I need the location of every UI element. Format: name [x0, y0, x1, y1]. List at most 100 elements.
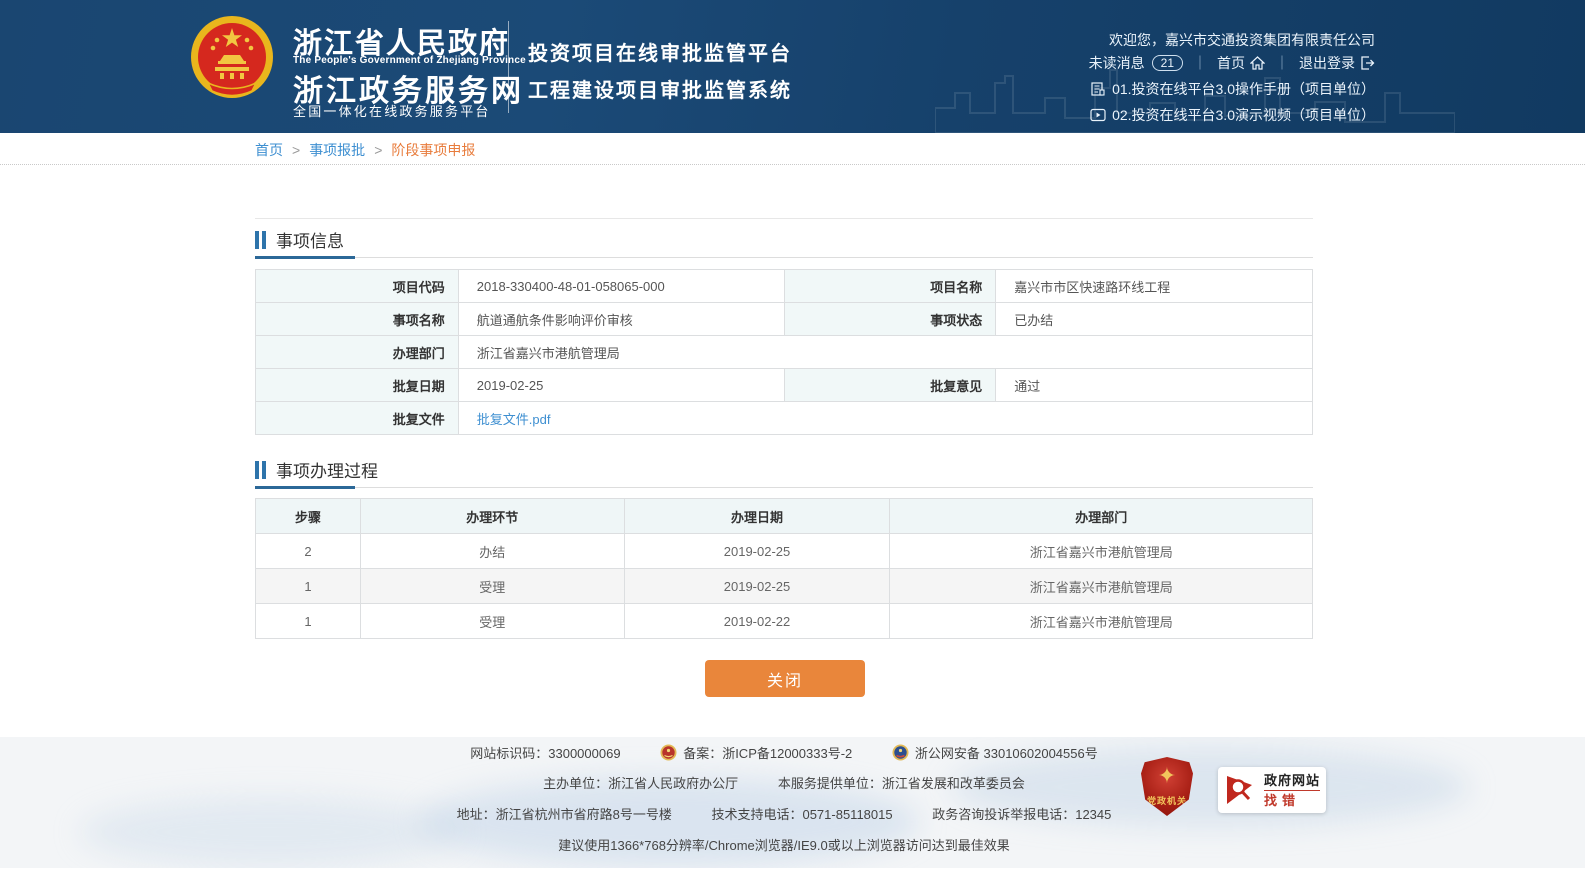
col-step: 步骤	[256, 499, 361, 534]
breadcrumb-separator: >	[374, 142, 382, 158]
col-dept: 办理部门	[890, 499, 1313, 534]
table-row: 项目代码 2018-330400-48-01-058065-000 项目名称 嘉…	[256, 270, 1313, 303]
section-title-text: 事项信息	[276, 227, 344, 252]
page: 浙江省人民政府 The People's Government of Zheji…	[0, 0, 1585, 888]
police-record-link[interactable]: 浙公网安备 33010602004556号	[892, 743, 1098, 762]
breadcrumb-current: 阶段事项申报	[391, 140, 475, 160]
cell-date: 2019-02-25	[624, 534, 890, 569]
approve-opinion-value: 通过	[996, 369, 1313, 402]
table-row: 2 办结 2019-02-25 浙江省嘉兴市港航管理局	[256, 534, 1313, 569]
find-error-title: 政府网站	[1264, 774, 1320, 791]
cell-dept: 浙江省嘉兴市港航管理局	[890, 569, 1313, 604]
item-status-value: 已办结	[996, 303, 1313, 336]
home-link[interactable]: 首页	[1217, 53, 1265, 73]
project-name-label: 项目名称	[784, 270, 996, 303]
breadcrumb-separator: >	[292, 142, 300, 158]
info-section-title: 事项信息	[255, 227, 344, 252]
welcome-text: 欢迎您，嘉兴市交通投资集团有限责任公司	[1109, 30, 1375, 50]
table-row: 办理部门 浙江省嘉兴市港航管理局	[256, 336, 1313, 369]
close-button[interactable]: 关闭	[705, 660, 865, 697]
process-table: 步骤 办理环节 办理日期 办理部门 2 办结 2019-02-25 浙江省嘉兴市…	[255, 498, 1313, 639]
address: 地址：浙江省杭州市省府路8号一号楼	[457, 804, 672, 823]
project-name-value: 嘉兴市市区快速路环线工程	[996, 270, 1313, 303]
col-stage: 办理环节	[360, 499, 624, 534]
platform-title-line1: 投资项目在线审批监管平台	[528, 37, 792, 66]
table-header-row: 步骤 办理环节 办理日期 办理部门	[256, 499, 1313, 534]
item-name-label: 事项名称	[256, 303, 459, 336]
cell-date: 2019-02-22	[624, 604, 890, 639]
gov-site-find-error-badge[interactable]: 政府网站 找错	[1218, 767, 1326, 813]
breadcrumb: 首页 > 事项报批 > 阶段事项申报	[255, 140, 475, 160]
footer-line-registration: 网站标识码：3300000069 备案：浙ICP备12000333号-2 浙公	[255, 743, 1313, 762]
find-error-sub: 找错	[1264, 794, 1320, 807]
approve-file-cell: 批复文件.pdf	[458, 402, 1312, 435]
cell-step: 2	[256, 534, 361, 569]
cell-stage: 受理	[360, 569, 624, 604]
section-title-text: 事项办理过程	[276, 457, 378, 482]
approval-file-link[interactable]: 批复文件.pdf	[477, 412, 551, 427]
manual-label: 01.投资在线平台3.0操作手册（项目单位）	[1112, 79, 1375, 99]
footer-line-contact: 地址：浙江省杭州市省府路8号一号楼 技术支持电话：0571-85118015 政…	[255, 804, 1313, 823]
project-code-label: 项目代码	[256, 270, 459, 303]
organizer: 主办单位：浙江省人民政府办公厅	[543, 773, 738, 792]
breadcrumb-home[interactable]: 首页	[255, 140, 283, 160]
separator: ｜	[1193, 53, 1207, 73]
service-provider: 本服务提供单位：浙江省发展和改革委员会	[778, 773, 1025, 792]
video-link[interactable]: 02.投资在线平台3.0演示视频（项目单位）	[1090, 105, 1375, 125]
logout-label: 退出登录	[1299, 53, 1355, 73]
gov-subtitle: The People's Government of Zhejiang Prov…	[293, 55, 526, 66]
video-label: 02.投资在线平台3.0演示视频（项目单位）	[1112, 105, 1375, 125]
unread-count-badge: 21	[1152, 55, 1183, 71]
logout-link[interactable]: 退出登录	[1299, 53, 1375, 73]
approve-date-label: 批复日期	[256, 369, 459, 402]
process-section-underline	[255, 487, 1313, 488]
magnifier-flag-icon	[1224, 773, 1258, 807]
item-status-label: 事项状态	[784, 303, 996, 336]
breadcrumb-item-report[interactable]: 事项报批	[309, 140, 365, 160]
home-label: 首页	[1217, 53, 1245, 73]
cell-dept: 浙江省嘉兴市港航管理局	[890, 534, 1313, 569]
separator: ｜	[1275, 53, 1289, 73]
section-marker-icon	[255, 231, 266, 249]
footer: 网站标识码：3300000069 备案：浙ICP备12000333号-2 浙公	[0, 737, 1585, 868]
col-date: 办理日期	[624, 499, 890, 534]
police-emblem-icon	[892, 744, 909, 761]
dept-label: 办理部门	[256, 336, 459, 369]
section-marker-icon	[255, 461, 266, 479]
party-badge-emblem-icon: ✦	[1158, 764, 1176, 788]
cell-stage: 办结	[360, 534, 624, 569]
dept-value: 浙江省嘉兴市港航管理局	[458, 336, 1312, 369]
record-emblem-icon	[660, 744, 677, 761]
approve-date-value: 2019-02-25	[458, 369, 784, 402]
national-emblem-logo	[190, 15, 274, 99]
browser-suggestion: 建议使用1366*768分辨率/Chrome浏览器/IE9.0或以上浏览器访问达…	[558, 838, 1009, 853]
cell-dept: 浙江省嘉兴市港航管理局	[890, 604, 1313, 639]
footer-line-suggestion: 建议使用1366*768分辨率/Chrome浏览器/IE9.0或以上浏览器访问达…	[255, 835, 1313, 854]
manual-link[interactable]: 01.投资在线平台3.0操作手册（项目单位）	[1090, 79, 1375, 99]
cell-step: 1	[256, 604, 361, 639]
table-row: 批复日期 2019-02-25 批复意见 通过	[256, 369, 1313, 402]
logout-icon	[1360, 56, 1375, 70]
police-text: 浙公网安备 33010602004556号	[915, 743, 1098, 762]
table-row: 事项名称 航道通航条件影响评价审核 事项状态 已办结	[256, 303, 1313, 336]
unread-label: 未读消息	[1089, 53, 1145, 73]
unread-messages-link[interactable]: 未读消息 21	[1089, 53, 1183, 73]
cell-date: 2019-02-25	[624, 569, 890, 604]
table-row: 批复文件 批复文件.pdf	[256, 402, 1313, 435]
project-code-value: 2018-330400-48-01-058065-000	[458, 270, 784, 303]
find-error-text: 政府网站 找错	[1264, 774, 1320, 807]
site-code: 网站标识码：3300000069	[470, 743, 620, 762]
portal-subtitle: 全国一体化在线政务服务平台	[293, 101, 491, 120]
cell-step: 1	[256, 569, 361, 604]
tech-phone: 技术支持电话：0571-85118015	[711, 804, 892, 823]
icp-text: 备案：浙ICP备12000333号-2	[683, 743, 852, 762]
approve-file-label: 批复文件	[256, 402, 459, 435]
breadcrumb-bar: 首页 > 事项报批 > 阶段事项申报	[0, 133, 1585, 165]
home-icon	[1250, 56, 1265, 70]
info-section-underline	[255, 257, 1313, 258]
info-table: 项目代码 2018-330400-48-01-058065-000 项目名称 嘉…	[255, 269, 1313, 435]
hotline: 政务咨询投诉举报电话：12345	[932, 804, 1111, 823]
icp-record-link[interactable]: 备案：浙ICP备12000333号-2	[660, 743, 852, 762]
table-row: 1 受理 2019-02-25 浙江省嘉兴市港航管理局	[256, 569, 1313, 604]
item-name-value: 航道通航条件影响评价审核	[458, 303, 784, 336]
